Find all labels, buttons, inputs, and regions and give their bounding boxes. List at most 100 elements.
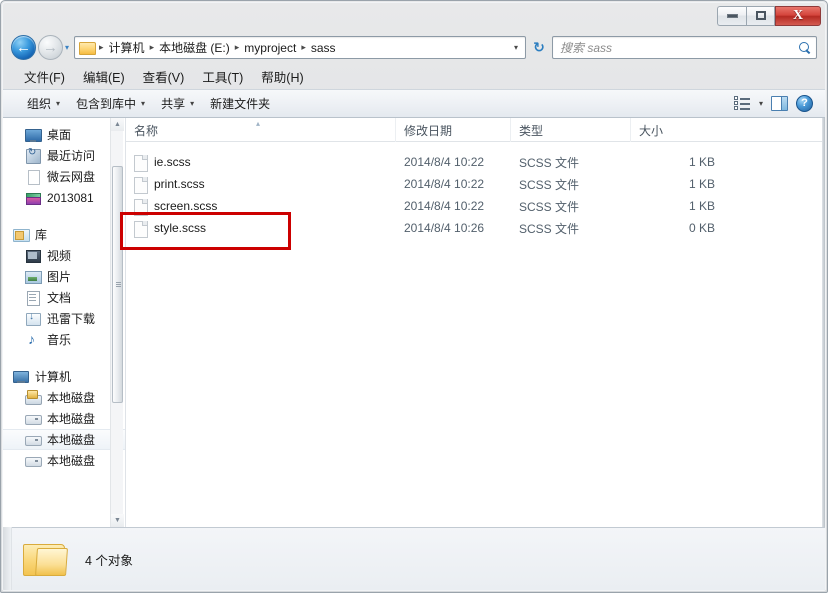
menu-item-help[interactable]: 帮助(H): [252, 64, 312, 89]
search-icon: [798, 41, 811, 54]
desktop-icon: [25, 127, 42, 143]
menu-item-edit[interactable]: 编辑(E): [74, 64, 134, 89]
column-header-name[interactable]: 名称 ▴: [126, 118, 396, 142]
forward-button[interactable]: →: [38, 35, 63, 60]
file-name-label: screen.scss: [154, 199, 218, 213]
breadcrumb-item-computer[interactable]: 计算机: [106, 38, 148, 57]
file-name-label: print.scss: [154, 177, 205, 191]
sidebar-item-weiyun[interactable]: 微云网盘: [3, 166, 125, 187]
breadcrumb-separator: ▸: [149, 42, 155, 52]
file-date-cell: 2014/8/4 10:22: [404, 177, 485, 191]
preview-pane-icon[interactable]: [771, 96, 788, 111]
file-name-cell[interactable]: screen.scss: [134, 198, 218, 216]
breadcrumb-item-drive[interactable]: 本地磁盘 (E:): [156, 38, 233, 57]
sidebar-item-local-disk-2[interactable]: 本地磁盘: [3, 408, 125, 429]
sidebar-item-videos[interactable]: 视频: [3, 245, 125, 266]
minimize-icon: [726, 13, 738, 18]
folder-preview-icon: [23, 540, 67, 578]
file-list-scrollbar[interactable]: [822, 118, 825, 527]
table-row[interactable]: ie.scss 2014/8/4 10:22 SCSS 文件 1 KB: [126, 151, 825, 173]
sidebar-scrollbar[interactable]: ▲ ▼: [110, 118, 124, 527]
computer-icon: [13, 369, 29, 385]
file-icon: [134, 220, 148, 238]
search-box[interactable]: 搜索 sass: [552, 36, 817, 59]
sidebar-item-computer[interactable]: 计算机: [3, 366, 125, 387]
table-row[interactable]: style.scss 2014/8/4 10:26 SCSS 文件 0 KB: [126, 217, 825, 239]
sidebar-label: 本地磁盘: [47, 391, 96, 405]
breadcrumb-separator: ▸: [301, 42, 306, 52]
file-icon: [134, 176, 148, 194]
table-row[interactable]: print.scss 2014/8/4 10:22 SCSS 文件 1 KB: [126, 173, 825, 195]
organize-button[interactable]: 组织 ▾: [19, 92, 68, 115]
pictures-icon: [25, 269, 42, 285]
table-row[interactable]: screen.scss 2014/8/4 10:22 SCSS 文件 1 KB: [126, 195, 825, 217]
help-icon[interactable]: ?: [796, 95, 813, 112]
address-bar-row: ← → ▾ ▸ 计算机 ▸ 本地磁盘 (E:) ▸ myproject ▸ sa…: [3, 31, 825, 64]
documents-icon: [25, 290, 41, 306]
recent-places-icon: [25, 147, 41, 164]
sidebar-scrollbar-thumb[interactable]: [112, 166, 123, 403]
sidebar-item-libraries[interactable]: 库: [3, 224, 125, 245]
chevron-down-icon: ▾: [56, 99, 61, 108]
chevron-down-icon: ▾: [190, 99, 195, 108]
sidebar-item-thunder-download[interactable]: 迅雷下载: [3, 308, 125, 329]
file-name-cell[interactable]: style.scss: [134, 220, 207, 238]
document-icon: [25, 169, 41, 185]
sidebar-item-music[interactable]: 音乐: [3, 329, 125, 350]
menu-bar: 文件(F) 编辑(E) 查看(V) 工具(T) 帮助(H): [3, 64, 825, 89]
menu-item-file[interactable]: 文件(F): [15, 64, 74, 89]
sidebar-item-recent-places[interactable]: 最近访问: [3, 145, 125, 166]
refresh-button[interactable]: ↻: [528, 36, 550, 59]
sidebar-item-pictures[interactable]: 图片: [3, 266, 125, 287]
file-name-label: style.scss: [154, 221, 207, 235]
back-button[interactable]: ←: [11, 35, 36, 60]
search-input[interactable]: 搜索 sass: [560, 39, 798, 56]
menu-item-tools[interactable]: 工具(T): [193, 64, 252, 89]
column-header-type[interactable]: 类型: [511, 118, 631, 142]
sidebar-item-local-disk-4[interactable]: 本地磁盘: [3, 450, 125, 471]
sidebar-item-2013081[interactable]: 2013081: [3, 187, 125, 208]
column-header-name-label: 名称: [134, 123, 159, 138]
close-button[interactable]: X: [775, 5, 821, 26]
sidebar-item-desktop[interactable]: 桌面: [3, 124, 125, 145]
sidebar-item-local-disk-3[interactable]: 本地磁盘: [3, 429, 125, 450]
file-size-cell: 1 KB: [688, 177, 715, 191]
title-bar[interactable]: X: [3, 3, 825, 31]
maximize-button[interactable]: [746, 5, 775, 26]
file-name-cell[interactable]: print.scss: [134, 176, 205, 194]
libraries-group: 库 视频 图片 文档 迅: [3, 224, 125, 350]
file-size-cell: 1 KB: [688, 155, 715, 169]
include-in-library-button[interactable]: 包含到库中 ▾: [68, 92, 153, 115]
chevron-down-icon: ▾: [141, 99, 146, 108]
new-folder-button[interactable]: 新建文件夹: [202, 92, 278, 115]
address-bar[interactable]: ▸ 计算机 ▸ 本地磁盘 (E:) ▸ myproject ▸ sass ▾: [74, 36, 527, 59]
change-view-icon[interactable]: [733, 96, 751, 111]
breadcrumb: ▸ 计算机 ▸ 本地磁盘 (E:) ▸ myproject ▸ sass: [97, 38, 509, 57]
scroll-down-icon[interactable]: ▼: [111, 514, 124, 527]
file-date-cell: 2014/8/4 10:22: [404, 155, 485, 169]
view-chevron-down-icon[interactable]: ▾: [759, 99, 763, 108]
sidebar-item-local-disk-1[interactable]: 本地磁盘: [3, 387, 125, 408]
sidebar-label: 视频: [47, 249, 72, 263]
nav-tree: 桌面 最近访问 微云网盘 2013081: [3, 118, 125, 471]
maximize-icon: [755, 11, 766, 20]
sidebar-item-documents[interactable]: 文档: [3, 287, 125, 308]
content-area: 桌面 最近访问 微云网盘 2013081: [3, 118, 825, 527]
file-name-cell[interactable]: ie.scss: [134, 154, 191, 172]
sidebar-label: 迅雷下载: [47, 312, 96, 326]
share-label: 共享: [161, 97, 186, 111]
share-button[interactable]: 共享 ▾: [153, 92, 202, 115]
scroll-up-icon[interactable]: ▲: [111, 118, 124, 131]
sidebar-label: 桌面: [47, 128, 72, 142]
breadcrumb-item-myproject[interactable]: myproject: [241, 40, 299, 56]
file-type-cell: SCSS 文件: [519, 177, 580, 192]
column-header-date[interactable]: 修改日期: [396, 118, 511, 142]
breadcrumb-item-sass[interactable]: sass: [308, 40, 339, 56]
menu-item-view[interactable]: 查看(V): [134, 64, 194, 89]
minimize-button[interactable]: [717, 5, 746, 26]
column-header-size[interactable]: 大小: [631, 118, 723, 142]
column-header-date-label: 修改日期: [404, 123, 453, 138]
address-dropdown-icon[interactable]: ▾: [509, 43, 523, 52]
history-dropdown-icon[interactable]: ▾: [65, 43, 69, 52]
file-type-cell: SCSS 文件: [519, 155, 580, 170]
